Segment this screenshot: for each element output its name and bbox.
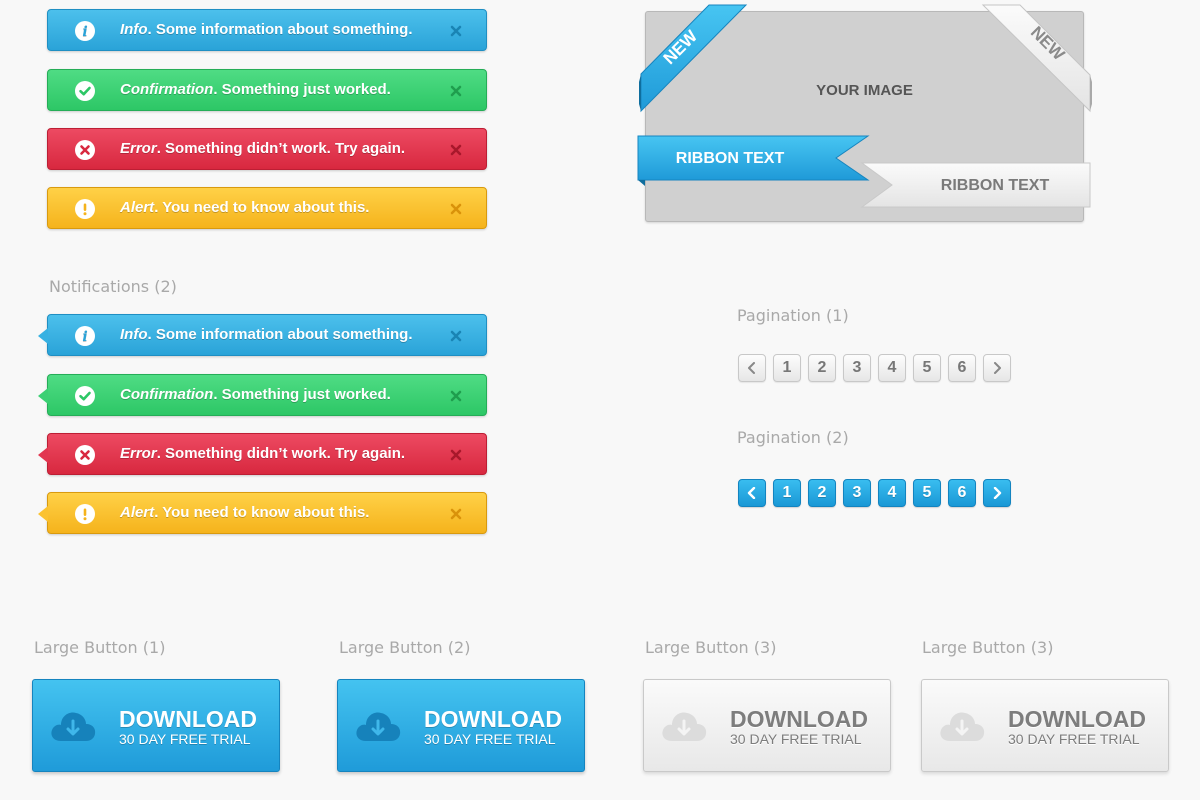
download-button-title: DOWNLOAD bbox=[1008, 706, 1146, 732]
close-icon[interactable] bbox=[449, 389, 463, 403]
notification-message: Alert. You need to know about this. bbox=[120, 504, 370, 521]
notification-message: Alert. You need to know about this. bbox=[120, 199, 370, 216]
section-label-pagination-1: Pagination (1) bbox=[737, 306, 849, 325]
section-label-large-button-4: Large Button (3) bbox=[922, 638, 1054, 657]
section-label-large-button-3: Large Button (3) bbox=[645, 638, 777, 657]
notification-message: Error. Something didn’t work. Try again. bbox=[120, 140, 406, 157]
alert-notification: Alert. You need to know about this. bbox=[47, 187, 487, 229]
download-button-blue-2[interactable]: DOWNLOAD 30 DAY FREE TRIAL bbox=[337, 679, 585, 772]
notification-message: Error. Something didn’t work. Try again. bbox=[120, 445, 406, 462]
info-notification: i Info. Some information about something… bbox=[38, 314, 487, 356]
pagination-prev-button[interactable] bbox=[738, 479, 766, 507]
cloud-download-icon bbox=[662, 712, 707, 741]
notification-message: Confirmation. Something just worked. bbox=[120, 81, 391, 98]
download-button-grey-2[interactable]: DOWNLOAD 30 DAY FREE TRIAL bbox=[921, 679, 1169, 772]
pagination-next-button[interactable] bbox=[983, 479, 1011, 507]
cloud-download-icon bbox=[356, 712, 401, 741]
pagination-page-button[interactable]: 3 bbox=[843, 479, 871, 507]
exclamation-circle-icon bbox=[75, 199, 95, 219]
error-notification: Error. Something didn’t work. Try again. bbox=[38, 433, 487, 475]
notification-message: Info. Some information about something. bbox=[120, 326, 413, 343]
chevron-right-icon bbox=[994, 362, 1001, 374]
section-label-notifications-2: Notifications (2) bbox=[49, 277, 177, 296]
notification-tail bbox=[38, 328, 48, 344]
pagination-prev-button[interactable] bbox=[738, 354, 766, 382]
check-circle-icon bbox=[75, 81, 95, 101]
chevron-right-icon bbox=[993, 487, 1002, 499]
close-icon[interactable] bbox=[449, 84, 463, 98]
close-icon[interactable] bbox=[449, 24, 463, 38]
corner-ribbon-right bbox=[981, 4, 1092, 113]
exclamation-circle-icon bbox=[75, 504, 95, 524]
notification-message: Info. Some information about something. bbox=[120, 21, 413, 38]
pagination-page-button[interactable]: 4 bbox=[878, 354, 906, 382]
close-icon[interactable] bbox=[449, 448, 463, 462]
download-button-title: DOWNLOAD bbox=[424, 706, 562, 732]
check-circle-icon bbox=[75, 386, 95, 406]
x-circle-icon bbox=[75, 445, 95, 465]
ribbon-banner-blue-text: RIBBON TEXT bbox=[676, 150, 785, 167]
pagination-page-button[interactable]: 6 bbox=[948, 479, 976, 507]
download-button-subtitle: 30 DAY FREE TRIAL bbox=[1008, 731, 1140, 747]
confirmation-notification: Confirmation. Something just worked. bbox=[38, 374, 487, 416]
pagination-page-button[interactable]: 1 bbox=[773, 479, 801, 507]
download-button-grey-1[interactable]: DOWNLOAD 30 DAY FREE TRIAL bbox=[643, 679, 891, 772]
download-button-subtitle: 30 DAY FREE TRIAL bbox=[424, 731, 556, 747]
pagination-page-button[interactable]: 2 bbox=[808, 479, 836, 507]
section-label-pagination-2: Pagination (2) bbox=[737, 428, 849, 447]
notification-tail bbox=[38, 506, 48, 522]
info-icon: i bbox=[75, 21, 95, 41]
section-label-large-button-2: Large Button (2) bbox=[339, 638, 471, 657]
download-button-subtitle: 30 DAY FREE TRIAL bbox=[119, 731, 251, 747]
pagination-page-button[interactable]: 4 bbox=[878, 479, 906, 507]
alert-notification: Alert. You need to know about this. bbox=[38, 492, 487, 534]
pagination-page-button[interactable]: 2 bbox=[808, 354, 836, 382]
confirmation-notification: Confirmation. Something just worked. bbox=[47, 69, 487, 111]
pagination-page-button[interactable]: 6 bbox=[948, 354, 976, 382]
download-button-subtitle: 30 DAY FREE TRIAL bbox=[730, 731, 862, 747]
x-circle-icon bbox=[75, 140, 95, 160]
notification-tail bbox=[38, 388, 48, 404]
cloud-download-icon bbox=[940, 712, 985, 741]
notification-tail bbox=[38, 447, 48, 463]
pagination-next-button[interactable] bbox=[983, 354, 1011, 382]
download-button-blue-1[interactable]: DOWNLOAD 30 DAY FREE TRIAL bbox=[32, 679, 280, 772]
section-label-large-button-1: Large Button (1) bbox=[34, 638, 166, 657]
download-button-title: DOWNLOAD bbox=[730, 706, 868, 732]
ribbons-overlay: NEW NEW RIBBON TEXT RIBBON TEXT bbox=[637, 4, 1092, 208]
error-notification: Error. Something didn’t work. Try again. bbox=[47, 128, 487, 170]
chevron-left-icon bbox=[747, 487, 756, 499]
svg-text:i: i bbox=[82, 329, 87, 345]
close-icon[interactable] bbox=[449, 143, 463, 157]
svg-text:i: i bbox=[82, 24, 87, 40]
cloud-download-icon bbox=[51, 712, 96, 741]
pagination-page-button[interactable]: 5 bbox=[913, 479, 941, 507]
notification-message: Confirmation. Something just worked. bbox=[120, 386, 391, 403]
pagination-page-button[interactable]: 1 bbox=[773, 354, 801, 382]
pagination-page-button[interactable]: 5 bbox=[913, 354, 941, 382]
pagination-page-button[interactable]: 3 bbox=[843, 354, 871, 382]
chevron-left-icon bbox=[748, 362, 755, 374]
ribbon-banner-grey-text: RIBBON TEXT bbox=[941, 177, 1050, 194]
info-notification: i Info. Some information about something… bbox=[47, 9, 487, 51]
close-icon[interactable] bbox=[449, 329, 463, 343]
close-icon[interactable] bbox=[449, 507, 463, 521]
info-icon: i bbox=[75, 326, 95, 346]
corner-ribbon-left bbox=[639, 4, 748, 113]
download-button-title: DOWNLOAD bbox=[119, 706, 257, 732]
close-icon[interactable] bbox=[449, 202, 463, 216]
